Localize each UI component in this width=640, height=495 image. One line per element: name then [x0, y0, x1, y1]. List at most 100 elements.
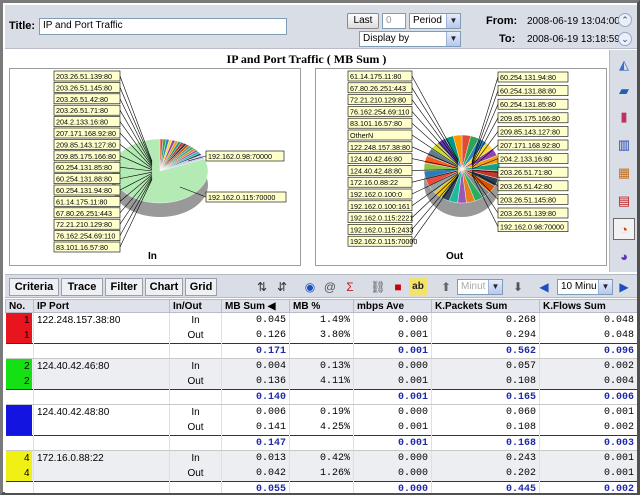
chart-area: IP and Port Traffic ( MB Sum ) 203.26.51…: [5, 50, 608, 272]
column-chart-icon[interactable]: ▤: [613, 190, 635, 212]
series-color-swatch: 1: [5, 328, 32, 343]
interval-select[interactable]: 10 Minu ▼: [557, 279, 613, 295]
col-mb-pct[interactable]: MB %: [289, 299, 354, 313]
arrow-up-icon[interactable]: ⬆: [437, 278, 455, 296]
3d-pie-icon[interactable]: ◔: [613, 218, 635, 240]
minute-select-value: Minut: [461, 281, 486, 292]
chart-type-toolbar: ◭ ▰ ▮ ▥ ▦ ▤ ◔ ◕: [609, 50, 637, 272]
mb-pct-cell: 0.42%: [289, 450, 354, 466]
slice-label: 203.26.51.145:80: [56, 83, 112, 92]
slice-label: 192.162.0.115:2221: [350, 214, 413, 223]
expand-down-icon[interactable]: ⌄: [618, 32, 632, 46]
slice-label: 124.40.42.46:80: [350, 155, 402, 164]
subtotal-kpackets: 0.445: [431, 481, 540, 493]
table-row[interactable]: 4 Out 0.042 1.26% 0.000 0.202 0.001: [5, 466, 637, 482]
header-bar: Title: IP and Port Traffic Last 0 Period…: [5, 5, 637, 49]
ip-port-cell: [33, 420, 170, 436]
slice-label: 192.162.0.98:70000: [208, 152, 272, 161]
slice-label: 192.162.0.100:0: [350, 190, 402, 199]
ip-port-cell: 124.40.42.48:80: [33, 404, 170, 420]
color-icon[interactable]: ■: [389, 278, 407, 296]
col-ip-port[interactable]: IP Port: [33, 299, 170, 313]
table-row[interactable]: 2 Out 0.136 4.11% 0.001 0.108 0.004: [5, 374, 637, 390]
mb-sum-cell: 0.126: [221, 328, 290, 344]
subtotal-mbps-ave: 0.000: [353, 481, 432, 493]
count-input[interactable]: 0: [382, 13, 406, 29]
last-button[interactable]: Last: [347, 13, 379, 29]
table-row[interactable]: Out 0.141 4.25% 0.001 0.108 0.002: [5, 420, 637, 436]
tab-grid[interactable]: Grid: [185, 278, 217, 296]
tab-criteria[interactable]: Criteria: [9, 278, 59, 296]
display-by-select[interactable]: Display by ▼: [359, 31, 461, 47]
subtotal-mb-sum: 0.140: [221, 389, 290, 405]
sort-desc-icon: ◀: [267, 300, 276, 312]
3d-bar-icon[interactable]: ▮: [613, 106, 635, 128]
refresh-icon[interactable]: ◉: [301, 278, 319, 296]
link-icon[interactable]: ⛓: [369, 278, 387, 296]
chart-panel-out: 61.14.175.11:80 67.80.26.251:443 72.21.210…: [315, 68, 607, 266]
from-value: 2008-06-19 13:04:00: [527, 16, 620, 27]
col-kpackets-sum[interactable]: K.Packets Sum: [431, 299, 540, 313]
col-in-out[interactable]: In/Out: [169, 299, 222, 313]
minute-select[interactable]: Minut ▼: [457, 279, 503, 295]
stacked-bar-icon[interactable]: ▦: [613, 162, 635, 184]
period-select-value: Period: [413, 15, 442, 26]
kflows-cell: 0.002: [539, 420, 637, 436]
tab-chart[interactable]: Chart: [145, 278, 183, 296]
mb-pct-cell: 1.26%: [289, 466, 354, 482]
slice-label: 72.21.210.129:80: [56, 220, 112, 229]
collapse-up-icon[interactable]: ⌃: [618, 13, 632, 27]
subtotal-mb-sum: 0.055: [221, 481, 290, 493]
chart-out-label: Out: [446, 251, 464, 262]
row-number: 1: [5, 328, 34, 344]
arrow-down-icon[interactable]: ⬇: [509, 278, 527, 296]
split-icon[interactable]: ⇅: [253, 278, 271, 296]
subtotal-mb-pct: [289, 389, 354, 405]
direction-cell: Out: [169, 374, 222, 390]
slice-label: OtherN: [350, 131, 373, 140]
stacked-area-icon[interactable]: ▰: [613, 80, 635, 102]
table-row[interactable]: 1 Out 0.126 3.80% 0.001 0.294 0.048: [5, 328, 637, 344]
kpackets-cell: 0.202: [431, 466, 540, 482]
slice-label: 203.26.51.139:80: [500, 209, 556, 218]
text-color-icon[interactable]: ab: [409, 278, 427, 296]
bar-chart-icon[interactable]: ▥: [613, 134, 635, 156]
subtotal-kpackets: 0.165: [431, 389, 540, 405]
subtotal-mbps-ave: 0.001: [353, 343, 432, 359]
col-no[interactable]: No.: [5, 299, 34, 313]
subtotal-kflows: 0.096: [539, 343, 637, 359]
tab-trace[interactable]: Trace: [61, 278, 103, 296]
ip-port-cell: [33, 328, 170, 344]
mbps-ave-cell: 0.001: [353, 328, 432, 344]
back-icon[interactable]: ◀: [535, 278, 553, 296]
tab-filter[interactable]: Filter: [105, 278, 143, 296]
table-row[interactable]: 2 124.40.42.46:80 In 0.004 0.13% 0.000 0.057 0.…: [5, 358, 637, 374]
display-by-value: Display by: [363, 33, 410, 44]
slice-label: 209.85.143.127:80: [56, 140, 116, 149]
at-icon[interactable]: @: [321, 278, 339, 296]
slice-label: 209.85.175.166:80: [500, 114, 560, 123]
pie-chart-icon[interactable]: ◕: [613, 246, 635, 268]
slice-label: 60.254.131.85:80: [56, 163, 112, 172]
kpackets-cell: 0.057: [431, 358, 540, 374]
chevron-down-icon: ▼: [446, 14, 460, 28]
table-row[interactable]: 1 122.248.157.38:80 In 0.045 1.49% 0.000 0.268…: [5, 312, 637, 328]
col-mb-sum[interactable]: MB Sum ◀: [221, 299, 290, 313]
interval-select-value: 10 Minu: [561, 281, 597, 292]
area-chart-icon[interactable]: ◭: [613, 54, 635, 76]
subtotal-mbps-ave: 0.001: [353, 435, 432, 451]
slice-label: 60.254.131.94:80: [56, 186, 112, 195]
col-kflows-sum[interactable]: K.Flows Sum: [539, 299, 637, 313]
merge-icon[interactable]: ⇵: [273, 278, 291, 296]
table-row[interactable]: 124.40.42.48:80 In 0.006 0.19% 0.000 0.060 0.0…: [5, 404, 637, 420]
table-row[interactable]: 4 172.16.0.88:22 In 0.013 0.42% 0.000 0.243 0.0…: [5, 450, 637, 466]
period-select[interactable]: Period ▼: [409, 13, 461, 29]
title-input[interactable]: IP and Port Traffic: [39, 18, 287, 35]
col-mbps-ave[interactable]: mbps Ave: [353, 299, 432, 313]
kflows-cell: 0.001: [539, 466, 637, 482]
formula-icon[interactable]: Σ: [341, 278, 359, 296]
kpackets-cell: 0.060: [431, 404, 540, 420]
forward-icon[interactable]: ▶: [615, 278, 633, 296]
chevron-down-icon: ▼: [598, 280, 612, 294]
grid-header-row: No. IP Port In/Out MB Sum ◀ MB % mbps Av…: [5, 299, 637, 313]
